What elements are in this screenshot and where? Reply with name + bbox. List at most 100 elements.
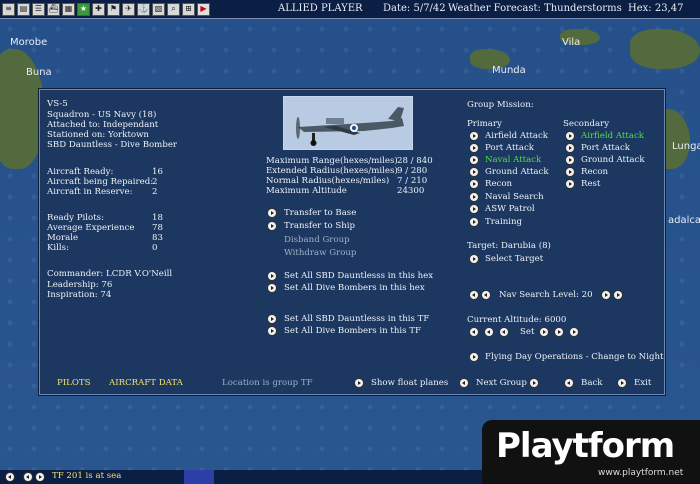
primary-mission-label[interactable]: Airfield Attack: [485, 131, 548, 142]
secondary-mission-radio[interactable]: [566, 156, 574, 164]
flying-day-button[interactable]: [470, 353, 478, 361]
commander-name: Commander: LCDR V.O'Neill: [47, 269, 173, 279]
secondary-mission-label[interactable]: Recon: [581, 167, 608, 178]
exit-label[interactable]: Exit: [634, 378, 651, 389]
nav-search-increase-fast[interactable]: [614, 291, 622, 299]
set-hex-type-button[interactable]: [268, 272, 276, 280]
menu-icon[interactable]: ≡: [2, 2, 15, 16]
secondary-mission-radio[interactable]: [566, 132, 574, 140]
bottom-prev-small-button[interactable]: [24, 473, 32, 481]
set-tf-role-label[interactable]: Set All Dive Bombers in this TF: [284, 326, 421, 337]
secondary-mission-label[interactable]: Ground Attack: [581, 155, 645, 166]
set-tf-type-button[interactable]: [268, 315, 276, 323]
primary-mission-label[interactable]: Naval Search: [485, 192, 544, 203]
map-label-buna: Buna: [26, 67, 52, 78]
primary-mission-radio[interactable]: [470, 156, 478, 164]
primary-mission-radio[interactable]: [470, 144, 478, 152]
nav-search-increase[interactable]: [602, 291, 610, 299]
bottom-prev-button[interactable]: [6, 473, 14, 481]
play-icon[interactable]: ▶: [197, 2, 210, 16]
ship-icon[interactable]: ⛴: [47, 2, 60, 16]
show-float-label[interactable]: Show float planes: [371, 378, 448, 389]
altitude-set-label[interactable]: Set: [520, 327, 534, 338]
primary-mission-radio[interactable]: [470, 168, 478, 176]
dive-bomber-icon: [284, 97, 412, 149]
report-icon[interactable]: ▤: [17, 2, 30, 16]
pilots-tab[interactable]: PILOTS: [57, 378, 91, 389]
commander-inspiration: Inspiration: 74: [47, 290, 112, 300]
map-icon[interactable]: ▧: [152, 2, 165, 16]
set-tf-type-label[interactable]: Set All SBD Dauntlesss in this TF: [284, 314, 429, 325]
transfer-base-label[interactable]: Transfer to Base: [284, 208, 356, 219]
secondary-mission-radio[interactable]: [566, 180, 574, 188]
transfer-ship-button[interactable]: [268, 222, 276, 230]
nav-search-label: Nav Search Level: 20: [499, 290, 593, 300]
secondary-mission-label[interactable]: Port Attack: [581, 143, 630, 154]
map-label-vila: Vila: [562, 37, 581, 48]
primary-mission-radio[interactable]: [470, 180, 478, 188]
land-mass: [630, 29, 700, 69]
zoom-icon[interactable]: ⌕: [167, 2, 180, 16]
primary-mission-radio[interactable]: [470, 132, 478, 140]
select-target-label[interactable]: Select Target: [485, 254, 543, 265]
altitude-decrease[interactable]: [485, 328, 493, 336]
nav-search-decrease[interactable]: [482, 291, 490, 299]
show-float-button[interactable]: [355, 379, 363, 387]
primary-mission-label-selected[interactable]: Naval Attack: [485, 155, 541, 166]
disband-group-label: Disband Group: [284, 235, 350, 245]
back-label[interactable]: Back: [581, 378, 602, 389]
location-label: Location is group TF: [222, 378, 313, 388]
pilot-stat-value: 0: [152, 243, 158, 253]
bottom-next-button[interactable]: [36, 473, 44, 481]
flying-day-label[interactable]: Flying Day Operations - Change to Night: [485, 352, 663, 363]
next-group-button[interactable]: [530, 379, 538, 387]
altitude-increase-small[interactable]: [540, 328, 548, 336]
units-icon[interactable]: ⚓: [137, 2, 150, 16]
target-label: Target: Darubia (8): [467, 241, 551, 251]
next-group-label[interactable]: Next Group: [476, 378, 527, 389]
flag-icon[interactable]: ⚑: [107, 2, 120, 16]
set-hex-role-label[interactable]: Set All Dive Bombers in this hex: [284, 283, 425, 294]
map-label-lunga: Lunga: [672, 141, 700, 152]
altitude-increase[interactable]: [555, 328, 563, 336]
altitude-decrease-fast[interactable]: [470, 328, 478, 336]
secondary-mission-radio[interactable]: [566, 144, 574, 152]
cross-icon[interactable]: ✚: [92, 2, 105, 16]
aircraft-data-tab[interactable]: AIRCRAFT DATA: [109, 378, 183, 389]
altitude-label: Current Altitude: 6000: [467, 315, 567, 325]
unit-flag-icon[interactable]: [184, 470, 214, 484]
back-button[interactable]: [565, 379, 573, 387]
set-hex-type-label[interactable]: Set All SBD Dauntlesss in this hex: [284, 271, 433, 282]
altitude-increase-fast[interactable]: [570, 328, 578, 336]
set-tf-role-button[interactable]: [268, 327, 276, 335]
primary-mission-label[interactable]: Ground Attack: [485, 167, 549, 178]
transfer-ship-label[interactable]: Transfer to Ship: [284, 221, 355, 232]
grid-icon[interactable]: ⊞: [182, 2, 195, 16]
primary-mission-label[interactable]: Port Attack: [485, 143, 534, 154]
select-target-button[interactable]: [470, 255, 478, 263]
transfer-base-button[interactable]: [268, 209, 276, 217]
secondary-mission-label-selected[interactable]: Airfield Attack: [581, 131, 644, 142]
date-label: Date: 5/7/42: [383, 3, 446, 14]
hex-label: Hex: 23,47: [628, 3, 684, 14]
nav-search-decrease-fast[interactable]: [470, 291, 478, 299]
primary-mission-radio[interactable]: [470, 205, 478, 213]
primary-mission-radio[interactable]: [470, 218, 478, 226]
previous-group-button[interactable]: [460, 379, 468, 387]
list-icon[interactable]: ☰: [32, 2, 45, 16]
secondary-mission-radio[interactable]: [566, 168, 574, 176]
primary-mission-label[interactable]: Recon: [485, 179, 512, 190]
primary-mission-label[interactable]: ASW Patrol: [485, 204, 535, 215]
exit-button[interactable]: [618, 379, 626, 387]
secondary-mission-label[interactable]: Rest: [581, 179, 600, 190]
star-icon[interactable]: ★: [77, 2, 90, 16]
range-label: Maximum Altitude: [266, 186, 347, 196]
altitude-decrease-small[interactable]: [500, 328, 508, 336]
squadron-name: VS-5: [47, 99, 68, 109]
primary-mission-label[interactable]: Training: [485, 217, 522, 228]
table-icon[interactable]: ▦: [62, 2, 75, 16]
aircraft-icon[interactable]: ✈: [122, 2, 135, 16]
set-hex-role-button[interactable]: [268, 284, 276, 292]
player-label: ALLIED PLAYER: [278, 3, 363, 14]
primary-mission-radio[interactable]: [470, 193, 478, 201]
